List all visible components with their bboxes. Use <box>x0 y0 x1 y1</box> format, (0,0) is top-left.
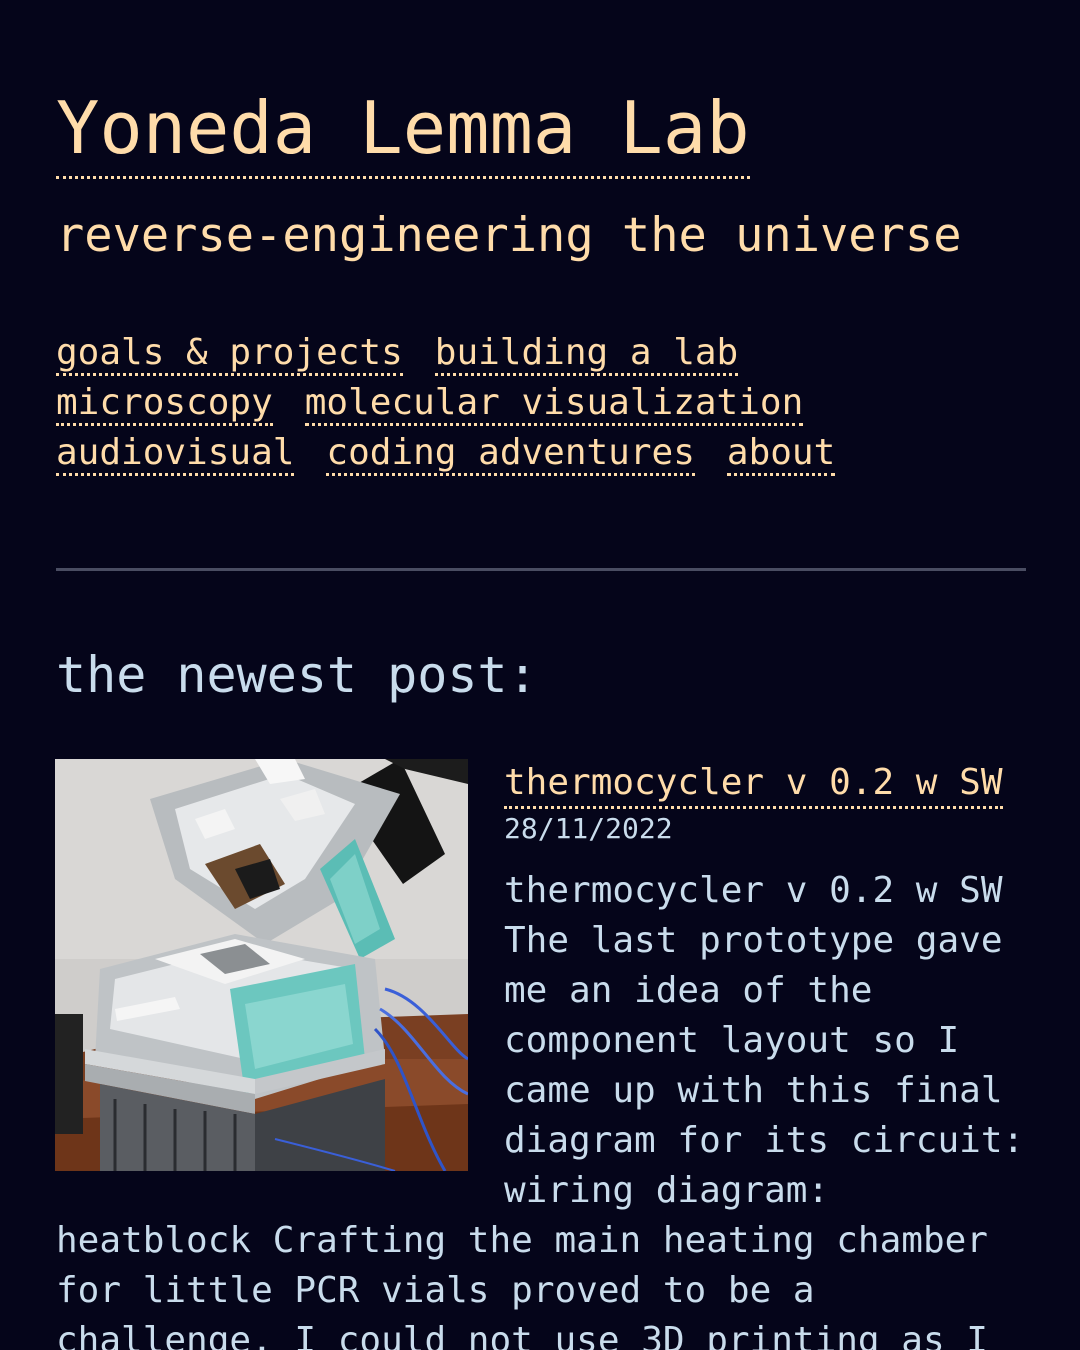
excerpt-line: diagram for its circuit: <box>504 1120 1025 1161</box>
nav-row: goals & projects building a lab <box>56 328 1036 378</box>
site-tagline: reverse-engineering the universe <box>56 208 962 263</box>
section-divider <box>56 568 1026 571</box>
newest-post-heading: the newest post: <box>56 646 538 704</box>
post-thumbnail[interactable] <box>55 759 468 1171</box>
thermocycler-photo <box>55 759 468 1171</box>
nav-link-audiovisual[interactable]: audiovisual <box>56 432 295 476</box>
excerpt-line: for little PCR vials proved to be a <box>56 1270 815 1311</box>
excerpt-line: heatblock Crafting the main heating cham… <box>56 1220 988 1261</box>
nav-link-goals-projects[interactable]: goals & projects <box>56 332 403 376</box>
excerpt-line: thermocycler v 0.2 w SW <box>504 870 1003 911</box>
site-title-link[interactable]: Yoneda Lemma Lab <box>56 80 750 179</box>
excerpt-line: challenge. I could not use 3D printing a… <box>56 1320 988 1350</box>
nav-link-building-a-lab[interactable]: building a lab <box>434 332 739 376</box>
post-title-link[interactable]: thermocycler v 0.2 w SW <box>504 760 1003 809</box>
nav-link-about[interactable]: about <box>726 432 836 476</box>
nav-link-molecular-visualization[interactable]: molecular visualization <box>304 382 804 426</box>
excerpt-line: me an idea of the <box>504 970 873 1011</box>
excerpt-line: component layout so I <box>504 1020 960 1061</box>
excerpt-line: The last prototype gave <box>504 920 1003 961</box>
nav-link-coding-adventures[interactable]: coding adventures <box>326 432 695 476</box>
nav-row: audiovisual coding adventures about <box>56 428 1036 478</box>
excerpt-line: came up with this final <box>504 1070 1003 1111</box>
main-navigation: goals & projects building a lab microscop… <box>56 328 1036 478</box>
post-date: 28/11/2022 <box>504 812 673 845</box>
excerpt-line: wiring diagram: <box>504 1170 830 1211</box>
nav-row: microscopy molecular visualization <box>56 378 1036 428</box>
nav-link-microscopy[interactable]: microscopy <box>56 382 273 426</box>
